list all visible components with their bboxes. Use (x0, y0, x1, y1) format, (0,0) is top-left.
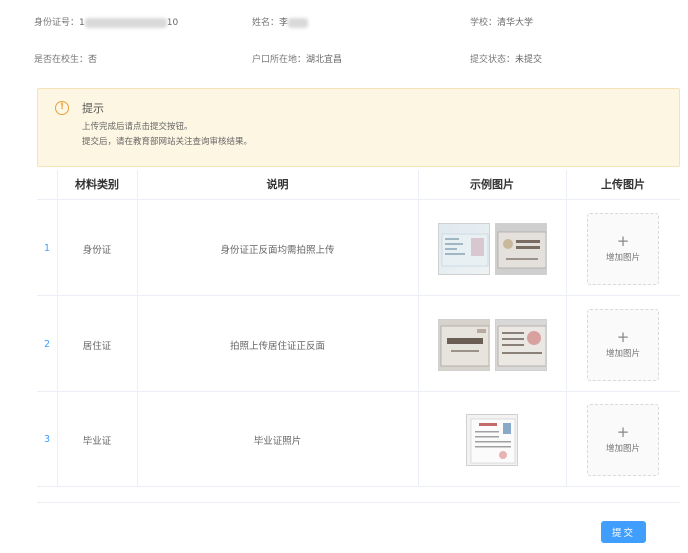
diploma-graphic (470, 418, 516, 463)
residence-permit-front-graphic (440, 325, 489, 366)
plus-icon: + (616, 423, 630, 441)
row-upload: + 增加图片 (566, 201, 680, 296)
table-row: 3 毕业证 毕业证照片 + 增加图片 (37, 392, 680, 487)
tip-title: 提示 (82, 102, 104, 115)
add-image-button[interactable]: + 增加图片 (587, 212, 659, 285)
diploma-sample[interactable] (466, 413, 518, 466)
name-label: 姓名： (252, 18, 280, 28)
table-header: 材料类别 说明 示例图片 上传图片 (37, 170, 680, 200)
header-description: 说明 (266, 178, 289, 191)
tip-alert: ! 提示 上传完成后请点击提交按钮。 提交后，请在教育部网站关注查询审核结果。 (37, 88, 680, 167)
name-redacted (288, 17, 309, 28)
row-description: 毕业证照片 (253, 435, 302, 447)
header-category: 材料类别 (75, 178, 119, 191)
materials-table: 材料类别 说明 示例图片 上传图片 1 身份证 身份证正反面均需拍照上传 + 增… (37, 170, 680, 487)
id-card-back-graphic (497, 231, 546, 268)
school-label: 学校： (470, 18, 498, 28)
header-sample-images: 示例图片 (470, 178, 514, 191)
status-field: 提交状态：未提交 (470, 52, 542, 65)
row-category: 毕业证 (82, 435, 112, 447)
row-category: 居住证 (82, 340, 112, 352)
hukou-label: 户口所在地： (252, 55, 307, 65)
row-samples (418, 392, 566, 487)
info-row-1: 身份证号：1 10 姓名：李 学校：清华大学 (0, 15, 688, 31)
tip-line-2: 提交后，请在教育部网站关注查询审核结果。 (82, 137, 253, 147)
row-samples (418, 201, 566, 296)
school-field: 学校：清华大学 (470, 15, 533, 28)
hukou-field: 户口所在地：湖北宜昌 (252, 52, 342, 65)
add-image-label: 增加图片 (605, 444, 640, 454)
row-upload: + 增加图片 (566, 392, 680, 487)
info-circle-icon: ! (55, 101, 69, 115)
add-image-button[interactable]: + 增加图片 (587, 403, 659, 476)
id-card-front-sample[interactable] (437, 222, 490, 275)
info-row-2: 是否在校生：否 户口所在地：湖北宜昌 提交状态：未提交 (0, 52, 688, 68)
id-number-prefix: 1 (79, 18, 85, 28)
add-image-button[interactable]: + 增加图片 (587, 308, 659, 381)
residence-permit-back-sample[interactable] (494, 318, 547, 371)
row-index: 1 (43, 243, 51, 254)
row-index: 2 (43, 339, 51, 350)
hukou-value: 湖北宜昌 (306, 55, 343, 65)
id-number-suffix: 10 (166, 18, 179, 28)
table-row: 1 身份证 身份证正反面均需拍照上传 + 增加图片 (37, 201, 680, 296)
id-number-label: 身份证号： (34, 18, 80, 28)
id-card-back-sample[interactable] (494, 222, 547, 275)
plus-icon: + (616, 328, 630, 346)
row-description: 身份证正反面均需拍照上传 (220, 244, 335, 256)
enrolled-label: 是否在校生： (34, 55, 89, 65)
row-category: 身份证 (82, 244, 112, 256)
name-field: 姓名：李 (252, 15, 309, 28)
plus-icon: + (616, 232, 630, 250)
id-number-redacted (84, 17, 167, 28)
row-description: 拍照上传居住证正反面 (229, 340, 325, 352)
tip-line-1: 上传完成后请点击提交按钮。 (82, 122, 193, 132)
id-number-field: 身份证号：1 10 (34, 15, 178, 28)
add-image-label: 增加图片 (605, 253, 640, 263)
school-value: 清华大学 (497, 18, 534, 28)
row-upload: + 增加图片 (566, 297, 680, 392)
status-label: 提交状态： (470, 55, 516, 65)
enrolled-field: 是否在校生：否 (34, 52, 97, 65)
table-row: 2 居住证 拍照上传居住证正反面 + 增加图片 (37, 297, 680, 392)
row-index: 3 (43, 434, 51, 445)
add-image-label: 增加图片 (605, 349, 640, 359)
status-value: 未提交 (515, 55, 543, 65)
residence-permit-front-sample[interactable] (437, 318, 490, 371)
submit-button[interactable]: 提交 (601, 521, 646, 543)
row-samples (418, 297, 566, 392)
name-value: 李 (279, 18, 289, 28)
id-card-front-graphic (441, 233, 488, 266)
residence-permit-back-graphic (497, 325, 546, 366)
enrolled-value: 否 (88, 55, 98, 65)
footer-divider (37, 502, 680, 503)
header-upload-images: 上传图片 (601, 178, 645, 191)
